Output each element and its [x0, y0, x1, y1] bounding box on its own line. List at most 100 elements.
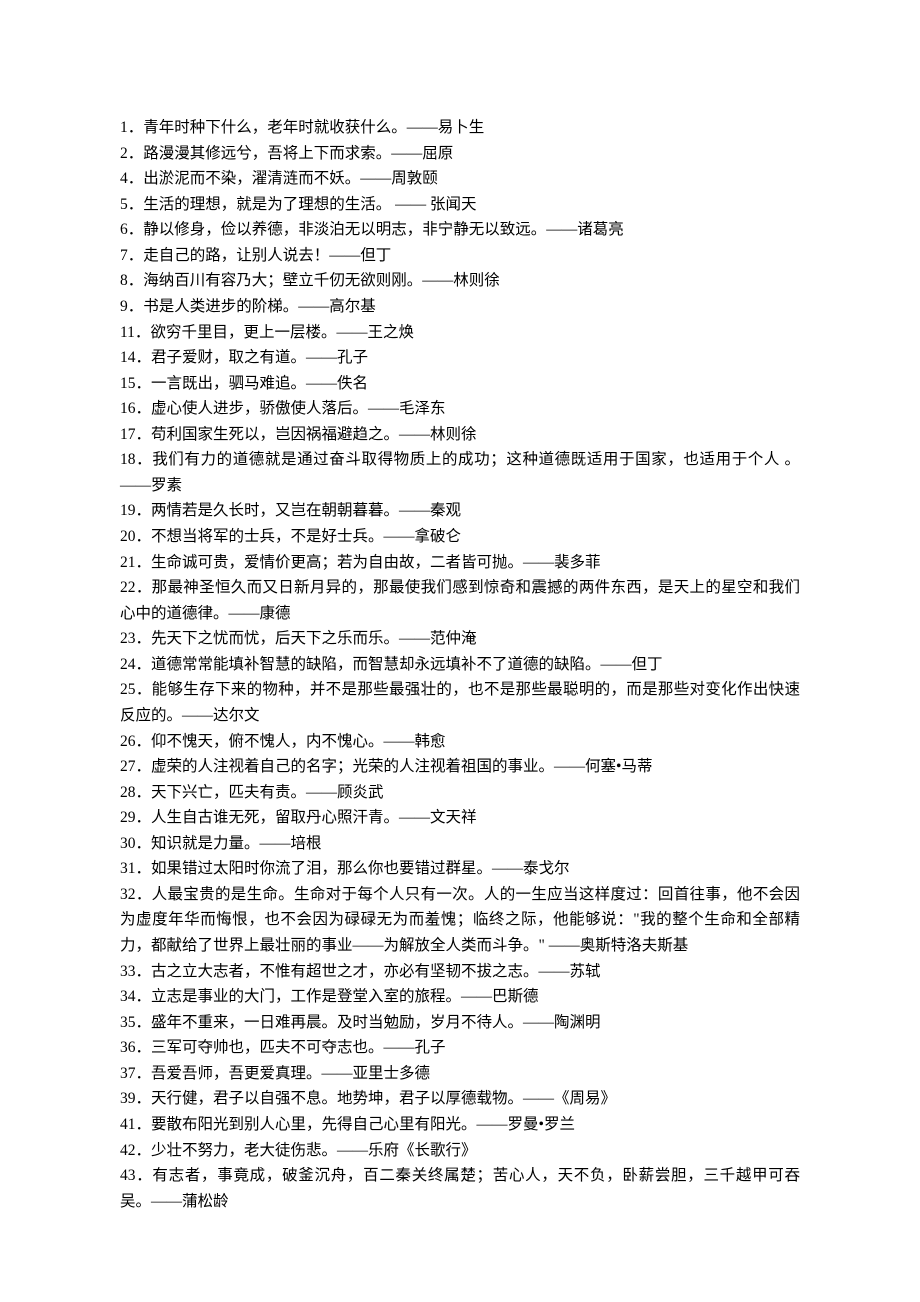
- quote-number: 14．: [120, 349, 151, 366]
- quote-text: 不想当将军的士兵，不是好士兵。——拿破仑: [151, 528, 461, 545]
- quote-text: 吾爱吾师，吾更爱真理。——亚里士多德: [151, 1065, 430, 1082]
- quote-text: 立志是事业的大门，工作是登堂入室的旅程。——巴斯德: [151, 988, 539, 1005]
- quote-text: 古之立大志者，不惟有超世之才，亦必有坚韧不拔之志。——苏轼: [151, 963, 601, 980]
- quote-number: 11．: [120, 324, 150, 341]
- quote-item: 5．生活的理想，就是为了理想的生活。 —— 张闻天: [120, 192, 800, 218]
- quote-item: 31．如果错过太阳时你流了泪，那么你也要错过群星。——泰戈尔: [120, 856, 800, 882]
- quote-item: 34．立志是事业的大门，工作是登堂入室的旅程。——巴斯德: [120, 984, 800, 1010]
- quote-number: 34．: [120, 988, 151, 1005]
- quote-item: 42．少壮不努力，老大徒伤悲。——乐府《长歌行》: [120, 1138, 800, 1164]
- quote-text: 虚荣的人注视着自己的名字；光荣的人注视着祖国的事业。——何塞•马蒂: [151, 758, 652, 775]
- quote-text: 那最神圣恒久而又日新月异的，那最使我们感到惊奇和震撼的两件东西，是天上的星空和我…: [120, 579, 800, 622]
- quote-number: 19．: [120, 502, 151, 519]
- quote-text: 一言既出，驷马难追。——佚名: [151, 375, 368, 392]
- quote-text: 如果错过太阳时你流了泪，那么你也要错过群星。——泰戈尔: [151, 860, 570, 877]
- quote-item: 36．三军可夺帅也，匹夫不可夺志也。——孔子: [120, 1035, 800, 1061]
- quote-item: 23．先天下之忧而忧，后天下之乐而乐。——范仲淹: [120, 626, 800, 652]
- quote-item: 28．天下兴亡，匹夫有责。——顾炎武: [120, 780, 800, 806]
- quote-number: 32．: [120, 886, 152, 903]
- quote-item: 11．欲穷千里目，更上一层楼。——王之焕: [120, 320, 800, 346]
- quote-item: 20．不想当将军的士兵，不是好士兵。——拿破仑: [120, 524, 800, 550]
- quote-text: 天行健，君子以自强不息。地势坤，君子以厚德载物。——《周易》: [151, 1090, 616, 1107]
- quote-text: 走自己的路，让别人说去！——但丁: [143, 247, 391, 264]
- quote-text: 仰不愧天，俯不愧人，内不愧心。——韩愈: [151, 733, 446, 750]
- quote-number: 29．: [120, 809, 151, 826]
- quote-item: 8．海纳百川有容乃大；壁立千仞无欲则刚。——林则徐: [120, 268, 800, 294]
- quote-text: 出淤泥而不染，濯清涟而不妖。——周敦颐: [143, 170, 438, 187]
- quote-number: 33．: [120, 963, 151, 980]
- quote-number: 42．: [120, 1142, 151, 1159]
- quote-text: 静以修身，俭以养德，非淡泊无以明志，非宁静无以致远。——诸葛亮: [143, 221, 624, 238]
- quote-number: 9．: [120, 298, 143, 315]
- quote-item: 22．那最神圣恒久而又日新月异的，那最使我们感到惊奇和震撼的两件东西，是天上的星…: [120, 575, 800, 626]
- quote-text: 君子爱财，取之有道。——孔子: [151, 349, 368, 366]
- quote-text: 人最宝贵的是生命。生命对于每个人只有一次。人的一生应当这样度过：回首往事，他不会…: [120, 886, 800, 954]
- quote-number: 4．: [120, 170, 143, 187]
- quote-number: 22．: [120, 579, 152, 596]
- quote-text: 虚心使人进步，骄傲使人落后。——毛泽东: [151, 400, 446, 417]
- quote-item: 37．吾爱吾师，吾更爱真理。——亚里士多德: [120, 1061, 800, 1087]
- quote-number: 1．: [120, 119, 143, 136]
- quote-item: 35．盛年不重来，一日难再晨。及时当勉励，岁月不待人。——陶渊明: [120, 1010, 800, 1036]
- quote-text: 能够生存下来的物种，并不是那些最强壮的，也不是那些最聪明的，而是那些对变化作出快…: [120, 681, 800, 724]
- quote-text: 先天下之忧而忧，后天下之乐而乐。——范仲淹: [151, 630, 477, 647]
- quote-text: 两情若是久长时，又岂在朝朝暮暮。——秦观: [151, 502, 461, 519]
- quote-text: 要散布阳光到别人心里，先得自己心里有阳光。——罗曼•罗兰: [151, 1116, 575, 1133]
- quote-text: 欲穷千里目，更上一层楼。——王之焕: [150, 324, 414, 341]
- quote-number: 6．: [120, 221, 143, 238]
- quote-item: 21．生命诚可贵，爱情价更高；若为自由故，二者皆可抛。——裴多菲: [120, 550, 800, 576]
- quote-text: 知识就是力量。——培根: [151, 835, 322, 852]
- quote-text: 有志者，事竟成，破釜沉舟，百二秦关终属楚；苦心人，天不负，卧薪尝胆，三千越甲可吞…: [120, 1167, 800, 1210]
- quote-number: 8．: [120, 272, 143, 289]
- quote-item: 32．人最宝贵的是生命。生命对于每个人只有一次。人的一生应当这样度过：回首往事，…: [120, 882, 800, 959]
- quote-text: 天下兴亡，匹夫有责。——顾炎武: [151, 784, 384, 801]
- quote-item: 33．古之立大志者，不惟有超世之才，亦必有坚韧不拔之志。——苏轼: [120, 959, 800, 985]
- quote-item: 2．路漫漫其修远兮，吾将上下而求索。——屈原: [120, 141, 800, 167]
- quote-text: 道德常常能填补智慧的缺陷，而智慧却永远填补不了道德的缺陷。——但丁: [151, 656, 663, 673]
- quote-item: 41．要散布阳光到别人心里，先得自己心里有阳光。——罗曼•罗兰: [120, 1112, 800, 1138]
- quote-number: 26．: [120, 733, 151, 750]
- quote-text: 少壮不努力，老大徒伤悲。——乐府《长歌行》: [151, 1142, 477, 1159]
- quote-item: 9．书是人类进步的阶梯。——高尔基: [120, 294, 800, 320]
- quote-number: 20．: [120, 528, 151, 545]
- quote-item: 43．有志者，事竟成，破釜沉舟，百二秦关终属楚；苦心人，天不负，卧薪尝胆，三千越…: [120, 1163, 800, 1214]
- quote-item: 25．能够生存下来的物种，并不是那些最强壮的，也不是那些最聪明的，而是那些对变化…: [120, 677, 800, 728]
- quote-text: 我们有力的道德就是通过奋斗取得物质上的成功；这种道德既适用于国家，也适用于个人 …: [120, 451, 800, 494]
- quote-text: 生活的理想，就是为了理想的生活。 —— 张闻天: [143, 196, 476, 213]
- quote-item: 14．君子爱财，取之有道。——孔子: [120, 345, 800, 371]
- quote-item: 24．道德常常能填补智慧的缺陷，而智慧却永远填补不了道德的缺陷。——但丁: [120, 652, 800, 678]
- quote-list: 1．青年时种下什么，老年时就收获什么。——易卜生2．路漫漫其修远兮，吾将上下而求…: [120, 115, 800, 1214]
- quote-text: 三军可夺帅也，匹夫不可夺志也。——孔子: [151, 1039, 446, 1056]
- quote-item: 29．人生自古谁无死，留取丹心照汗青。——文天祥: [120, 805, 800, 831]
- quote-number: 2．: [120, 145, 143, 162]
- quote-item: 1．青年时种下什么，老年时就收获什么。——易卜生: [120, 115, 800, 141]
- quote-number: 37．: [120, 1065, 151, 1082]
- quote-number: 31．: [120, 860, 151, 877]
- quote-number: 27．: [120, 758, 151, 775]
- quote-item: 16．虚心使人进步，骄傲使人落后。——毛泽东: [120, 396, 800, 422]
- quote-number: 17．: [120, 426, 151, 443]
- quote-number: 23．: [120, 630, 151, 647]
- quote-text: 人生自古谁无死，留取丹心照汗青。——文天祥: [151, 809, 477, 826]
- quote-number: 30．: [120, 835, 151, 852]
- quote-text: 海纳百川有容乃大；壁立千仞无欲则刚。——林则徐: [143, 272, 500, 289]
- quote-number: 35．: [120, 1014, 151, 1031]
- quote-number: 28．: [120, 784, 151, 801]
- quote-text: 路漫漫其修远兮，吾将上下而求索。——屈原: [143, 145, 453, 162]
- quote-item: 7．走自己的路，让别人说去！——但丁: [120, 243, 800, 269]
- quote-number: 16．: [120, 400, 151, 417]
- quote-number: 36．: [120, 1039, 151, 1056]
- quote-number: 25．: [120, 681, 152, 698]
- quote-text: 书是人类进步的阶梯。——高尔基: [143, 298, 376, 315]
- quote-number: 39．: [120, 1090, 151, 1107]
- quote-item: 4．出淤泥而不染，濯清涟而不妖。——周敦颐: [120, 166, 800, 192]
- quote-number: 7．: [120, 247, 143, 264]
- quote-number: 21．: [120, 554, 151, 571]
- quote-item: 18．我们有力的道德就是通过奋斗取得物质上的成功；这种道德既适用于国家，也适用于…: [120, 447, 800, 498]
- quote-item: 19．两情若是久长时，又岂在朝朝暮暮。——秦观: [120, 498, 800, 524]
- quote-item: 30．知识就是力量。——培根: [120, 831, 800, 857]
- quote-text: 青年时种下什么，老年时就收获什么。——易卜生: [143, 119, 484, 136]
- quote-item: 26．仰不愧天，俯不愧人，内不愧心。——韩愈: [120, 729, 800, 755]
- quote-text: 盛年不重来，一日难再晨。及时当勉励，岁月不待人。——陶渊明: [151, 1014, 601, 1031]
- quote-number: 5．: [120, 196, 143, 213]
